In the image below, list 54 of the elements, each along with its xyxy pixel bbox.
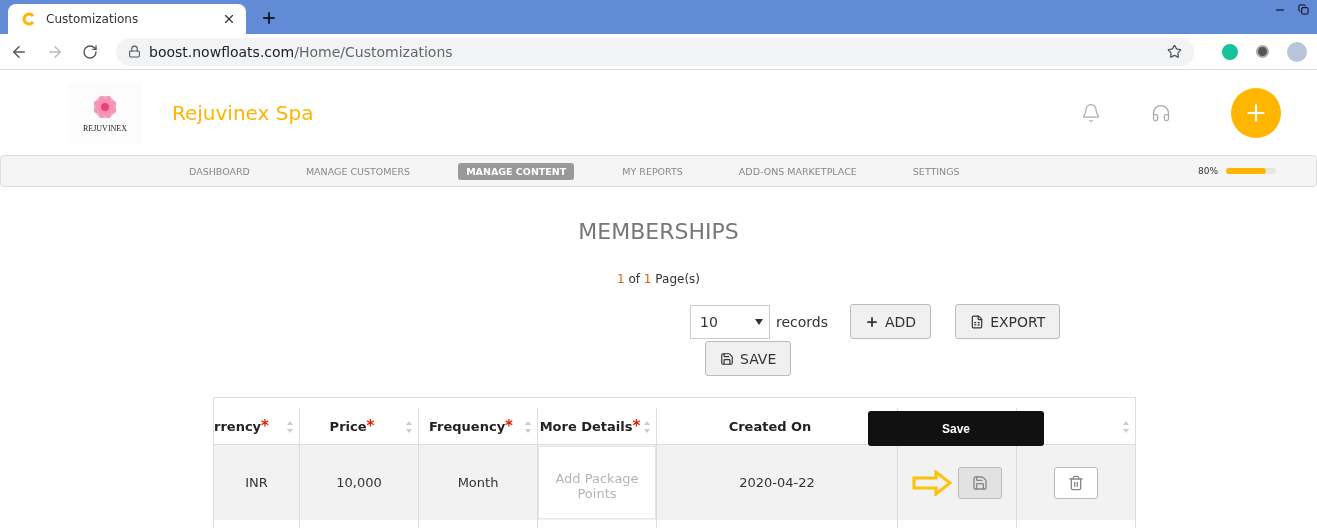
table-cell: 2020-04-22 — [657, 445, 898, 520]
notification-bell-icon[interactable] — [1081, 102, 1101, 123]
records-label: records — [776, 313, 828, 330]
sort-icon[interactable] — [286, 420, 294, 434]
tab-title: Customizations — [46, 12, 139, 26]
required-mark: * — [505, 417, 513, 435]
sort-icon[interactable] — [643, 420, 651, 434]
sort-icon[interactable] — [1122, 420, 1130, 434]
details-field[interactable]: Add Package Points — [538, 446, 656, 519]
table-cell: Month — [419, 445, 538, 520]
page-title: MEMBERSHIPS — [577, 219, 740, 244]
spreadsheet-icon — [970, 314, 985, 329]
plus-icon — [865, 314, 879, 329]
export-button[interactable]: EXPORT — [955, 304, 1061, 339]
caret-icon — [755, 318, 763, 325]
url-text: boost.nowfloats.com/Home/Customizations — [149, 43, 453, 60]
pointer-arrow-icon — [912, 469, 952, 496]
address-bar[interactable]: boost.nowfloats.com/Home/Customizations — [116, 37, 1194, 66]
new-tab-icon[interactable] — [260, 9, 278, 27]
business-name: Rejuvinex Spa — [172, 100, 315, 125]
page-count: 1 of 1 Page(s) — [617, 272, 700, 286]
sort-icon[interactable] — [524, 420, 532, 434]
save-row-button[interactable] — [958, 466, 1002, 499]
add-button[interactable]: ADD — [850, 304, 932, 339]
progress-reading: 80% — [1198, 166, 1218, 176]
records-select[interactable]: 10 — [690, 304, 770, 339]
save-button[interactable]: SAVE — [705, 341, 792, 376]
progress-bar — [1226, 168, 1276, 174]
table-cell: 10,000 — [300, 445, 419, 520]
column-title: Price — [329, 418, 367, 434]
headset-icon[interactable] — [1151, 102, 1171, 123]
site-icon — [22, 12, 36, 26]
restore-icon[interactable] — [1298, 4, 1309, 15]
column-title: rrency — [214, 418, 262, 434]
sort-icon[interactable] — [405, 420, 413, 434]
close-icon[interactable] — [222, 12, 236, 26]
extension-icon[interactable] — [1256, 45, 1269, 58]
trash-icon — [1068, 474, 1084, 491]
logo-text: REJUVINEX — [83, 124, 127, 133]
lock-icon — [128, 45, 141, 58]
required-mark: * — [261, 417, 269, 435]
browser-tab[interactable]: Customizations — [8, 4, 246, 34]
reload-icon[interactable] — [82, 43, 98, 60]
delete-button[interactable] — [1054, 466, 1098, 499]
required-mark: * — [632, 417, 641, 435]
column-title: More Details — [539, 418, 633, 434]
profile-avatar[interactable] — [1287, 41, 1307, 62]
column-title: Frequency — [429, 418, 506, 434]
bookmark-star-icon[interactable] — [1167, 44, 1182, 59]
column-title: Created On — [728, 418, 812, 434]
table-cell: INR — [214, 445, 300, 520]
tooltip: Save — [868, 411, 1044, 446]
required-mark: * — [366, 417, 375, 435]
add-button[interactable] — [1231, 87, 1281, 138]
